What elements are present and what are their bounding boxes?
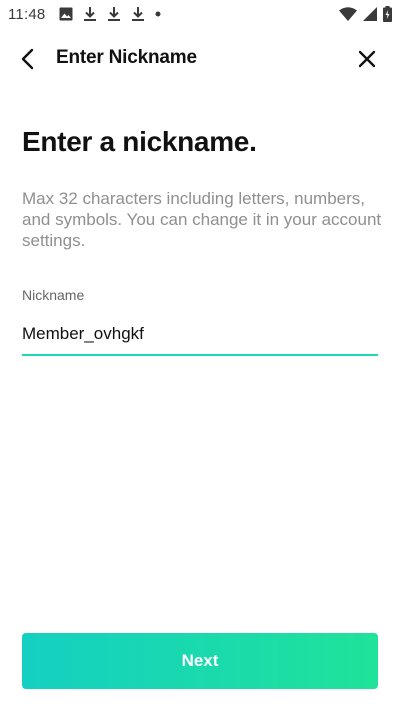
heading: Enter a nickname.	[22, 126, 257, 157]
back-button[interactable]	[12, 44, 42, 74]
nickname-field-container	[22, 316, 378, 356]
status-time: 11:48	[8, 5, 46, 23]
image-icon	[59, 7, 73, 21]
status-bar-left: 11:48	[8, 6, 161, 23]
battery-charging-icon	[383, 6, 392, 22]
app-bar: Enter Nickname	[0, 38, 400, 80]
status-bar-right	[339, 6, 392, 22]
wifi-icon	[339, 7, 357, 21]
nickname-input[interactable]	[22, 316, 378, 352]
status-bar: 11:48	[0, 0, 400, 28]
next-button[interactable]: Next	[22, 633, 378, 689]
nickname-field-label: Nickname	[22, 287, 85, 303]
close-icon	[358, 50, 376, 68]
dot-icon	[155, 11, 161, 17]
description-text: Max 32 characters including letters, num…	[22, 189, 382, 250]
close-button[interactable]	[352, 44, 382, 74]
page-title: Enter Nickname	[56, 47, 197, 68]
download-icon	[83, 6, 97, 22]
nickname-screen: 11:48 Enter Nickname Enter a nickname. M…	[0, 0, 400, 711]
cell-signal-icon	[363, 7, 377, 21]
chevron-left-icon	[21, 48, 34, 70]
download-icon	[107, 6, 121, 22]
download-icon	[131, 6, 145, 22]
